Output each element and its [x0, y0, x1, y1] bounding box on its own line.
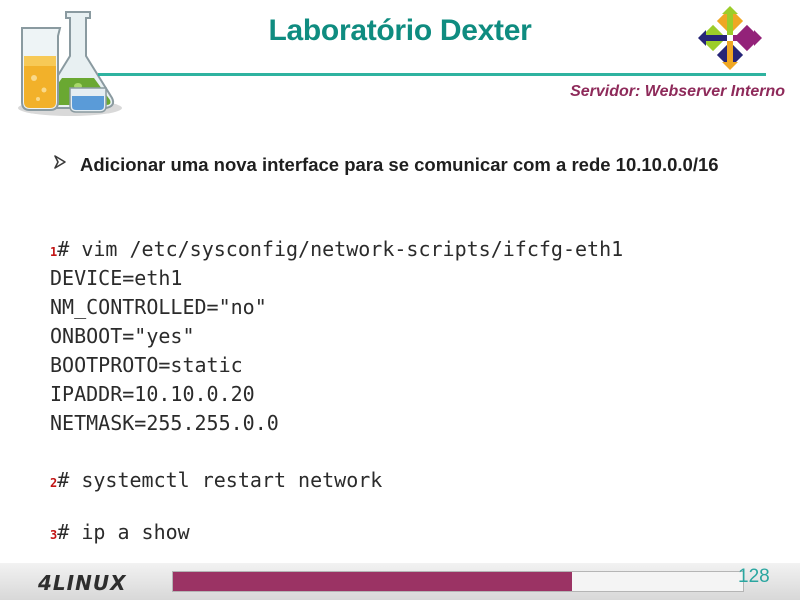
slide-progress-bar [172, 571, 744, 592]
brand-logo: 4LINUX [38, 571, 127, 595]
code-block: 1# vim /etc/sysconfig/network-scripts/if… [50, 237, 623, 544]
bullet-text: Adicionar uma nova interface para se com… [80, 154, 719, 175]
code-text: NETMASK=255.255.0.0 [50, 411, 279, 435]
code-line: NM_CONTROLLED="no" [50, 295, 267, 319]
code-line: NETMASK=255.255.0.0 [50, 411, 279, 435]
code-line: 2# systemctl restart network [50, 468, 382, 492]
code-text: NM_CONTROLLED="no" [50, 295, 267, 319]
code-text: # systemctl restart network [57, 468, 383, 492]
code-line: 1# vim /etc/sysconfig/network-scripts/if… [50, 237, 623, 261]
code-text: DEVICE=eth1 [50, 266, 183, 290]
code-line: 3# ip a show [50, 520, 190, 544]
slide-progress-fill [173, 572, 572, 591]
code-line: DEVICE=eth1 [50, 266, 182, 290]
code-line: IPADDR=10.10.0.20 [50, 382, 255, 406]
code-line: BOOTPROTO=static [50, 353, 243, 377]
code-text: # ip a show [57, 520, 190, 544]
page-number: 128 [738, 566, 770, 587]
centos-logo-icon [697, 5, 763, 71]
page-subtitle: Servidor: Webserver Interno [570, 83, 785, 100]
arrow-bullet-icon [54, 155, 66, 169]
code-text: IPADDR=10.10.0.20 [50, 382, 255, 406]
page-title: Laboratório Dexter [268, 14, 532, 47]
title-divider [98, 73, 766, 76]
code-text: ONBOOT="yes" [50, 324, 195, 348]
code-text: BOOTPROTO=static [50, 353, 243, 377]
code-line: ONBOOT="yes" [50, 324, 195, 348]
bullet-item: Adicionar uma nova interface para se com… [52, 150, 760, 179]
code-text: # vim /etc/sysconfig/network-scripts/ifc… [57, 237, 624, 261]
